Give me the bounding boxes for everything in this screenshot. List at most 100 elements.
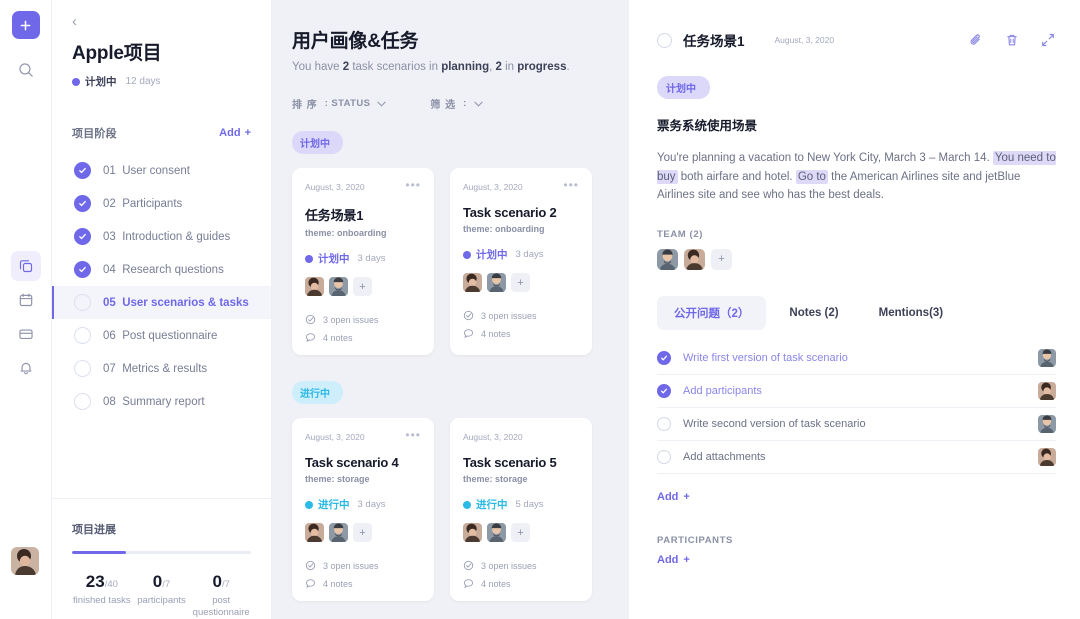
card-days: 3 days (515, 249, 544, 260)
card-menu-icon[interactable]: ••• (563, 179, 579, 191)
avatar[interactable] (305, 277, 324, 296)
add-participant-button[interactable]: Add + (657, 554, 690, 566)
phases-section-title: 项目阶段 (72, 128, 117, 140)
card-status: 计划中 3 days (463, 247, 579, 262)
avatar[interactable] (329, 523, 348, 542)
phase-label: 02 Participants (103, 197, 183, 210)
status-dot-icon (305, 254, 313, 263)
avatar[interactable] (1038, 381, 1056, 400)
team-avatars: + (657, 248, 1056, 270)
paperclip-icon[interactable] (968, 32, 984, 48)
list-item[interactable]: Add attachments (657, 441, 1056, 474)
sidebar-item-01[interactable]: 01 User consent (52, 154, 271, 187)
card-icon[interactable] (11, 319, 41, 349)
sidebar-item-06[interactable]: 06 Post questionnaire (52, 319, 271, 352)
avatar[interactable] (1038, 414, 1056, 433)
card-issues-label: 3 open issues (481, 310, 537, 321)
card-header: August, 3, 2020 ••• (305, 179, 421, 192)
card-issues: 3 open issues (463, 560, 579, 571)
todo-label: Write first version of task scenario (683, 351, 848, 364)
add-member-button[interactable]: + (353, 523, 372, 542)
task-checkbox[interactable] (657, 32, 672, 48)
task-card[interactable]: August, 3, 2020 Task scenario 5 theme: s… (450, 418, 592, 601)
detail-status-badge: 计划中 (657, 76, 710, 99)
avatar[interactable] (463, 273, 482, 292)
task-card[interactable]: August, 3, 2020 ••• Task scenario 2 them… (450, 168, 592, 355)
card-date: August, 3, 2020 (463, 182, 523, 192)
card-status-label: 计划中 (318, 253, 350, 265)
tab-notes[interactable]: Notes (2) (772, 298, 855, 328)
detail-subtitle: 票务系统使用场景 (657, 119, 758, 133)
avatar[interactable] (11, 547, 39, 575)
back-button[interactable]: ‹ (72, 14, 251, 29)
todo-checkbox[interactable] (657, 449, 671, 464)
task-card[interactable]: August, 3, 2020 ••• Task scenario 4 them… (292, 418, 434, 601)
sidebar-item-02[interactable]: 02 Participants (52, 187, 271, 220)
task-detail-panel: 任务场景1 August, 3, 2020 计划中 票务系统使用场景 You'r… (628, 0, 1080, 619)
trash-icon[interactable] (1004, 32, 1020, 48)
avatar[interactable] (487, 273, 506, 292)
todo-checkbox[interactable] (657, 350, 671, 365)
avatar[interactable] (684, 248, 705, 270)
card-title: Task scenario 2 (463, 205, 557, 220)
participants-label: PARTICIPANTS (657, 534, 733, 546)
projects-icon[interactable] (10, 251, 41, 281)
add-button[interactable] (11, 11, 40, 39)
sidebar-item-07[interactable]: 07 Metrics & results (52, 352, 271, 385)
card-theme: theme: onboarding (463, 224, 545, 234)
tab-mentions[interactable]: Mentions(3) (862, 298, 961, 328)
card-menu-icon[interactable]: ••• (405, 429, 421, 441)
list-item[interactable]: Write second version of task scenario (657, 408, 1056, 441)
todo-checkbox[interactable] (657, 383, 671, 398)
add-issue-button[interactable]: Add + (657, 491, 690, 503)
list-item[interactable]: Write first version of task scenario (657, 342, 1056, 375)
status-dot-icon (463, 500, 471, 509)
stats-row: 23/40 finished tasks 0/7 participants 0/… (72, 572, 251, 619)
check-icon (74, 162, 91, 179)
circle-icon (74, 393, 91, 410)
avatar[interactable] (487, 523, 506, 542)
sort-control[interactable]: 排 序 : STATUS (292, 96, 387, 111)
card-notes-label: 4 notes (481, 578, 511, 589)
add-member-button[interactable]: + (511, 273, 530, 292)
avatar[interactable] (463, 523, 482, 542)
filter-label: 筛 选 (430, 100, 457, 111)
avatar[interactable] (657, 248, 678, 270)
avatar[interactable] (1038, 348, 1056, 367)
todo-checkbox[interactable] (657, 416, 671, 431)
filter-control[interactable]: 筛 选 : (430, 96, 483, 111)
add-phase-button[interactable]: Add + (219, 127, 251, 139)
sidebar-item-04[interactable]: 04 Research questions (52, 253, 271, 286)
phase-label: 01 User consent (103, 164, 190, 177)
card-status: 计划中 3 days (305, 251, 421, 266)
add-team-member-button[interactable]: + (711, 248, 732, 270)
circle-icon (74, 327, 91, 344)
todo-label: Write second version of task scenario (683, 417, 866, 430)
progress-bar (72, 551, 251, 555)
card-menu-icon[interactable]: ••• (405, 179, 421, 191)
sidebar-item-08[interactable]: 08 Summary report (52, 385, 271, 418)
search-icon[interactable] (11, 55, 41, 85)
phase-label: 03 Introduction & guides (103, 230, 231, 243)
filter-value: : (463, 98, 467, 109)
task-card[interactable]: August, 3, 2020 ••• 任务场景1 theme: onboard… (292, 168, 434, 355)
expand-icon[interactable] (1040, 32, 1056, 48)
sidebar-item-03[interactable]: 03 Introduction & guides (52, 220, 271, 253)
plus-icon: + (244, 127, 251, 139)
calendar-icon[interactable] (11, 285, 41, 315)
icon-rail (0, 0, 52, 619)
avatar[interactable] (329, 277, 348, 296)
list-item[interactable]: Add participants (657, 375, 1056, 408)
avatar[interactable] (1038, 447, 1056, 466)
card-status: 进行中 5 days (463, 497, 579, 512)
bell-icon[interactable] (11, 353, 41, 383)
card-notes: 4 notes (305, 578, 421, 589)
sidebar-item-05[interactable]: 05 User scenarios & tasks (52, 286, 271, 319)
add-member-button[interactable]: + (511, 523, 530, 542)
tab-open-issues[interactable]: 公开问题（2） (657, 295, 767, 330)
card-days: 5 days (515, 499, 544, 510)
add-member-button[interactable]: + (353, 277, 372, 296)
card-issues-label: 3 open issues (481, 560, 537, 571)
avatar[interactable] (305, 523, 324, 542)
phases-section-header: 项目阶段 Add + (52, 125, 271, 141)
